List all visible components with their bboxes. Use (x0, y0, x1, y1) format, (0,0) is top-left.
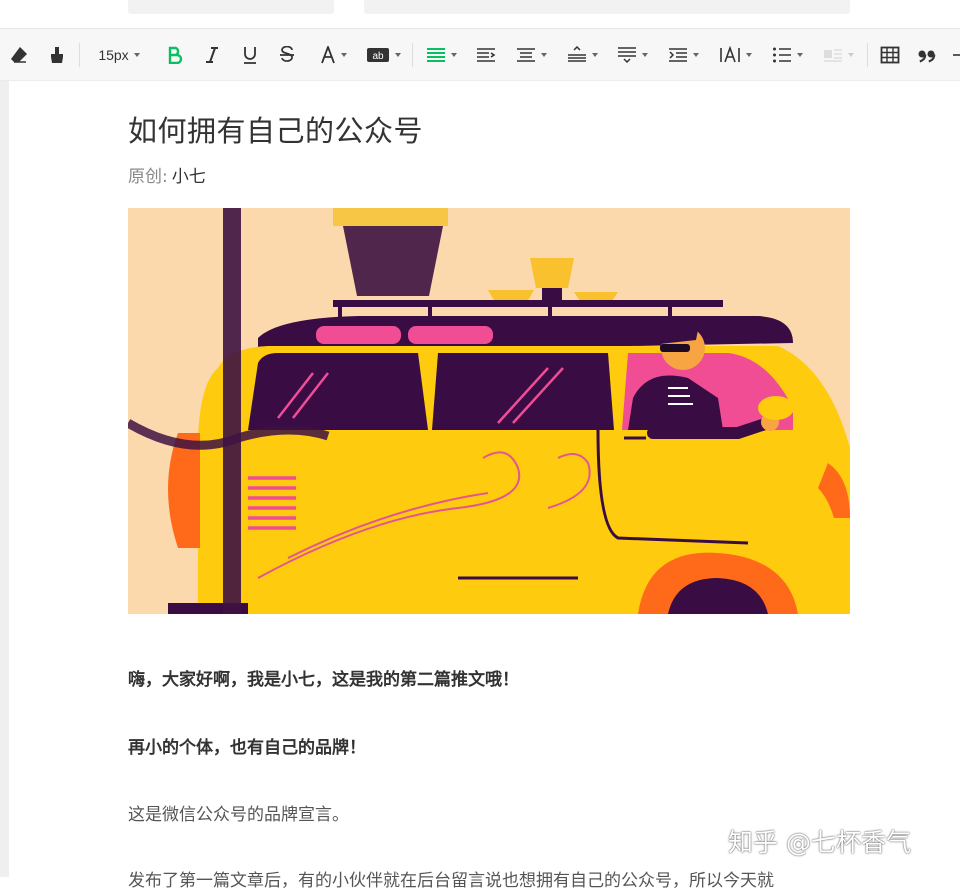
align-select[interactable] (421, 29, 461, 80)
strikethrough-button[interactable] (274, 29, 300, 80)
bulleted-list-icon (772, 47, 791, 62)
underline-icon (244, 46, 256, 64)
byline-label: 原创: (128, 167, 168, 187)
article-title[interactable]: 如何拥有自己的公众号 (128, 108, 423, 150)
chevron-down-icon (540, 52, 547, 57)
chevron-down-icon (745, 52, 752, 57)
letter-spacing-select[interactable] (714, 29, 756, 80)
byline: 原创: 小七 (128, 162, 206, 187)
paragraph-spacing-select[interactable] (612, 29, 652, 80)
paragraph[interactable]: 再小的个体，也有自己的品牌！ (128, 733, 850, 758)
quote-button[interactable] (913, 29, 941, 80)
highlight-icon: ab (366, 47, 389, 62)
table-icon (880, 46, 900, 63)
font-size-select[interactable]: 15px (88, 29, 150, 80)
watermark: 知乎 @七杯香气 (728, 828, 911, 857)
eraser-icon (11, 46, 27, 63)
underline-button[interactable] (237, 29, 263, 80)
paragraph[interactable]: 这是微信公众号的品牌宣言。 (128, 800, 850, 825)
summary-field[interactable] (364, 0, 850, 14)
top-fields (0, 0, 960, 28)
background-color-select[interactable]: ab (363, 29, 403, 80)
more-tools-button[interactable] (950, 29, 960, 80)
font-color-select[interactable] (313, 29, 353, 80)
paragraph[interactable]: 嗨，大家好啊，我是小七，这是我的第二篇推文哦！ (128, 665, 850, 690)
indent-icon (477, 47, 496, 62)
chevron-down-icon (796, 52, 803, 57)
italic-icon (206, 46, 218, 63)
toolbar-divider (412, 43, 413, 67)
letter-spacing-icon (719, 45, 740, 62)
chevron-down-icon (450, 52, 457, 57)
italic-button[interactable] (199, 29, 225, 80)
paragraph-spacing-icon (617, 46, 636, 63)
author-name[interactable]: 小七 (172, 167, 206, 187)
left-gutter (0, 81, 9, 877)
chevron-down-icon (394, 52, 401, 57)
strikethrough-icon (280, 45, 294, 62)
cover-illustration[interactable] (128, 208, 850, 614)
chevron-down-icon (591, 52, 598, 57)
toolbar-divider (867, 43, 868, 67)
van-illustration (128, 208, 850, 614)
clear-format-button[interactable] (6, 29, 32, 80)
first-line-indent-select[interactable] (663, 29, 703, 80)
quote-icon (918, 50, 936, 62)
format-painter-button[interactable] (44, 29, 70, 80)
paragraph[interactable]: 发布了第一篇文章后，有的小伙伴就在后台留言说也想拥有自己的公众号，所以今天就 (128, 866, 850, 891)
align-justify-icon (426, 47, 445, 62)
chevron-down-icon (641, 52, 648, 57)
more-icon (953, 53, 960, 56)
chevron-down-icon (133, 52, 140, 57)
editor-toolbar: 15px ab (0, 28, 960, 81)
line-height-icon (567, 45, 586, 62)
chevron-down-icon (692, 52, 699, 57)
toolbar-divider (79, 43, 80, 67)
align-center-select[interactable] (511, 29, 551, 80)
image-float-select[interactable] (817, 29, 859, 80)
font-size-value: 15px (98, 46, 129, 63)
cover-field[interactable] (128, 0, 334, 14)
bold-icon (168, 46, 183, 64)
first-line-indent-icon (668, 47, 687, 62)
align-center-icon (516, 47, 535, 62)
paint-brush-icon (51, 46, 63, 63)
chevron-down-icon (847, 52, 854, 57)
svg-text:ab: ab (372, 51, 384, 62)
chevron-down-icon (340, 52, 347, 57)
indent-button[interactable] (472, 29, 500, 80)
line-height-select[interactable] (562, 29, 602, 80)
float-left-icon (823, 48, 842, 62)
font-color-icon (320, 45, 335, 63)
insert-table-button[interactable] (876, 29, 904, 80)
bold-button[interactable] (162, 29, 188, 80)
list-select[interactable] (767, 29, 807, 80)
